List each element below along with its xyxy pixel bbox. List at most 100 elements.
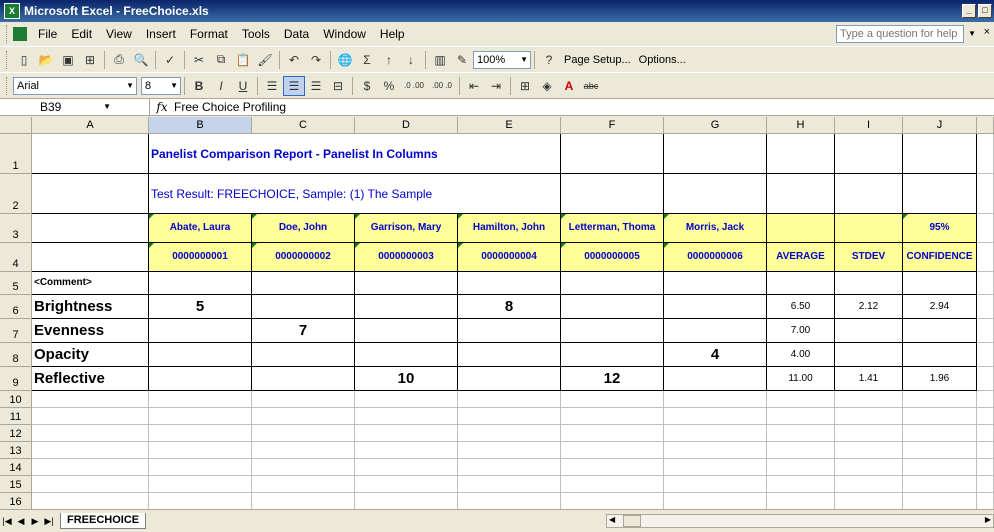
currency-button[interactable]: $ bbox=[356, 76, 378, 96]
permission-icon[interactable]: ⊞ bbox=[79, 50, 101, 70]
cell-a11[interactable] bbox=[32, 408, 149, 425]
cell-d14[interactable] bbox=[355, 459, 458, 476]
cell-c15[interactable] bbox=[252, 476, 355, 493]
row-header-12[interactable]: 12 bbox=[0, 425, 32, 442]
row-header-10[interactable]: 10 bbox=[0, 391, 32, 408]
cell-e8[interactable] bbox=[458, 343, 561, 367]
cell-b3[interactable]: Abate, Laura bbox=[149, 214, 252, 243]
cell-f5[interactable] bbox=[561, 272, 664, 295]
align-left-icon[interactable]: ☰ bbox=[261, 76, 283, 96]
cut-icon[interactable]: ✂ bbox=[188, 50, 210, 70]
cell-a12[interactable] bbox=[32, 425, 149, 442]
cell-c5[interactable] bbox=[252, 272, 355, 295]
cell-f7[interactable] bbox=[561, 319, 664, 343]
column-header-i[interactable]: I bbox=[835, 117, 903, 134]
cell-j15[interactable] bbox=[903, 476, 977, 493]
cell-c4[interactable]: 0000000002 bbox=[252, 243, 355, 272]
paste-icon[interactable]: 📋 bbox=[232, 50, 254, 70]
redo-icon[interactable]: ↷ bbox=[305, 50, 327, 70]
row-header-14[interactable]: 14 bbox=[0, 459, 32, 476]
cell-j6[interactable]: 2.94 bbox=[903, 295, 977, 319]
cell-e14[interactable] bbox=[458, 459, 561, 476]
cell-f4[interactable]: 0000000005 bbox=[561, 243, 664, 272]
cell-d15[interactable] bbox=[355, 476, 458, 493]
cell-b14[interactable] bbox=[149, 459, 252, 476]
hyperlink-icon[interactable]: 🌐 bbox=[334, 50, 356, 70]
cell-i9[interactable]: 1.41 bbox=[835, 367, 903, 391]
merge-center-icon[interactable]: ⊟ bbox=[327, 76, 349, 96]
cell-h4[interactable]: AVERAGE bbox=[767, 243, 835, 272]
copy-icon[interactable]: ⧉ bbox=[210, 50, 232, 70]
cell-g8[interactable]: 4 bbox=[664, 343, 767, 367]
cell-f11[interactable] bbox=[561, 408, 664, 425]
ask-question-input[interactable]: Type a question for help bbox=[836, 25, 964, 43]
cell-g7[interactable] bbox=[664, 319, 767, 343]
cell-i2[interactable] bbox=[835, 174, 903, 214]
cell-undefined10[interactable] bbox=[977, 391, 994, 408]
cell-i10[interactable] bbox=[835, 391, 903, 408]
autosum-icon[interactable]: Σ bbox=[356, 50, 378, 70]
cell-f16[interactable] bbox=[561, 493, 664, 509]
cell-i8[interactable] bbox=[835, 343, 903, 367]
menu-insert[interactable]: Insert bbox=[139, 27, 183, 41]
cell-f12[interactable] bbox=[561, 425, 664, 442]
select-all-corner[interactable] bbox=[0, 117, 32, 134]
cell-d13[interactable] bbox=[355, 442, 458, 459]
align-center-icon[interactable]: ☰ bbox=[283, 75, 305, 96]
cell-i15[interactable] bbox=[835, 476, 903, 493]
cell-j12[interactable] bbox=[903, 425, 977, 442]
decrease-indent-icon[interactable]: ⇤ bbox=[463, 76, 485, 96]
cell-d16[interactable] bbox=[355, 493, 458, 509]
menu-file[interactable]: File bbox=[31, 27, 64, 41]
bold-button[interactable]: B bbox=[188, 76, 210, 96]
menu-edit[interactable]: Edit bbox=[64, 27, 99, 41]
close-workbook-icon[interactable]: × bbox=[984, 26, 990, 38]
column-header-h[interactable]: H bbox=[767, 117, 835, 134]
scroll-left-icon[interactable]: ◀ bbox=[609, 515, 615, 524]
font-combo[interactable]: Arial ▼ bbox=[13, 76, 137, 95]
cell-d7[interactable] bbox=[355, 319, 458, 343]
cell-e9[interactable] bbox=[458, 367, 561, 391]
cell-j2[interactable] bbox=[903, 174, 977, 214]
cell-c13[interactable] bbox=[252, 442, 355, 459]
cell-a14[interactable] bbox=[32, 459, 149, 476]
row-header-1[interactable]: 1 bbox=[0, 134, 32, 174]
prev-sheet-icon[interactable]: ◀ bbox=[14, 516, 28, 527]
cell-b10[interactable] bbox=[149, 391, 252, 408]
fx-icon[interactable]: fx bbox=[150, 100, 174, 114]
cell-h7[interactable]: 7.00 bbox=[767, 319, 835, 343]
format-painter-icon[interactable]: 🖌 bbox=[254, 50, 276, 70]
cell-a1[interactable] bbox=[32, 134, 149, 174]
cell-e3[interactable]: Hamilton, John bbox=[458, 214, 561, 243]
menu-tools[interactable]: Tools bbox=[235, 27, 277, 41]
cell-d3[interactable]: Garrison, Mary bbox=[355, 214, 458, 243]
sheet-tab-freechoice[interactable]: FREECHOICE bbox=[60, 513, 147, 529]
borders-icon[interactable]: ⊞ bbox=[514, 76, 536, 96]
row-header-15[interactable]: 15 bbox=[0, 476, 32, 493]
cell-undefined13[interactable] bbox=[977, 442, 994, 459]
cell-i1[interactable] bbox=[835, 134, 903, 174]
row-header-6[interactable]: 6 bbox=[0, 295, 32, 319]
cell-g16[interactable] bbox=[664, 493, 767, 509]
worksheet-grid[interactable]: A B C D E F G H I J 1 2 3 4 5 6 7 8 9 10 11 12 13 14 15 16 Panelis… bbox=[0, 117, 994, 509]
cell-f2[interactable] bbox=[561, 174, 664, 214]
increase-decimal-button[interactable]: .0 .00 bbox=[400, 76, 428, 96]
last-sheet-icon[interactable]: ▶| bbox=[42, 516, 56, 527]
row-header-9[interactable]: 9 bbox=[0, 367, 32, 391]
options-button[interactable]: Options... bbox=[635, 54, 690, 66]
column-header-b[interactable]: B bbox=[149, 117, 252, 134]
cell-g5[interactable] bbox=[664, 272, 767, 295]
column-header-j[interactable]: J bbox=[903, 117, 977, 134]
cell-i14[interactable] bbox=[835, 459, 903, 476]
cell-a15[interactable] bbox=[32, 476, 149, 493]
cell-g2[interactable] bbox=[664, 174, 767, 214]
column-header-d[interactable]: D bbox=[355, 117, 458, 134]
undo-icon[interactable]: ↶ bbox=[283, 50, 305, 70]
cell-undefined11[interactable] bbox=[977, 408, 994, 425]
cell-i11[interactable] bbox=[835, 408, 903, 425]
cell-e16[interactable] bbox=[458, 493, 561, 509]
underline-button[interactable]: U bbox=[232, 76, 254, 96]
cell-i4[interactable]: STDEV bbox=[835, 243, 903, 272]
cell-g1[interactable] bbox=[664, 134, 767, 174]
cell-g11[interactable] bbox=[664, 408, 767, 425]
